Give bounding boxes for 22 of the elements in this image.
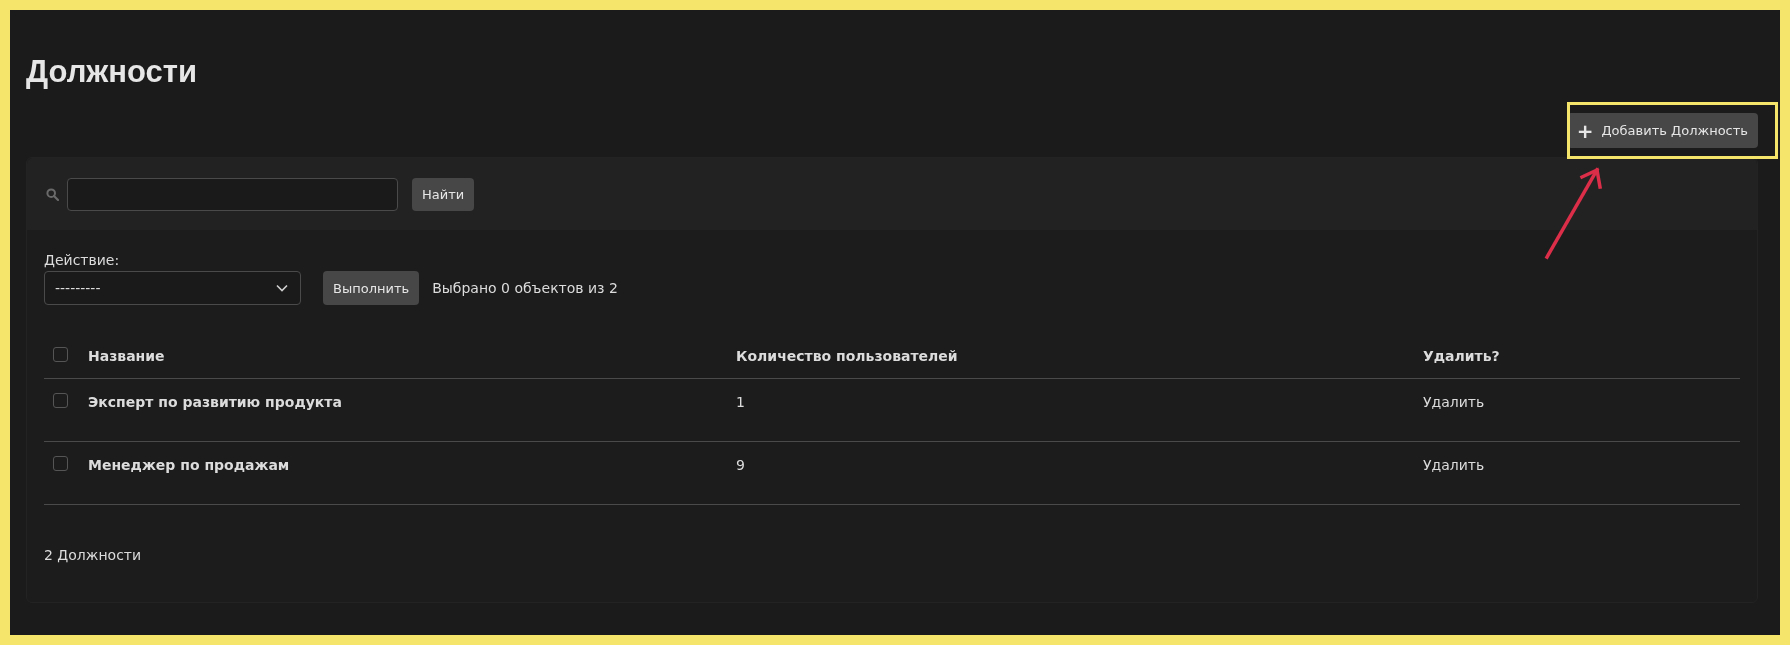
table-cell-text: 9	[736, 456, 746, 474]
action-select[interactable]: ---------	[44, 271, 301, 305]
column-header: Название	[88, 347, 166, 365]
page-title: Должности	[26, 53, 199, 87]
run-button[interactable]: Выполнить	[323, 271, 420, 305]
search-field[interactable]	[67, 177, 398, 211]
checkbox[interactable]	[53, 393, 68, 408]
action-label: Действие:	[44, 252, 121, 268]
search-icon	[46, 187, 59, 201]
column-header: Количество пользователей	[736, 347, 959, 365]
delete-link[interactable]: Удалить	[1423, 393, 1740, 411]
table-cell-text: 1	[736, 393, 746, 411]
position-name-link[interactable]: Эксперт по развитию продукта	[88, 393, 736, 411]
checkbox[interactable]	[53, 347, 68, 362]
chevron-down-icon	[276, 284, 288, 292]
column-header: Удалить?	[1423, 347, 1501, 365]
delete-link[interactable]: Удалить	[1423, 456, 1740, 474]
record-count: 2 Должности	[44, 547, 143, 563]
checkbox[interactable]	[53, 456, 68, 471]
selection-counter: Выбрано 0 объектов из 2	[432, 279, 618, 298]
search-button[interactable]: Найти	[412, 177, 475, 211]
position-name-link[interactable]: Менеджер по продажам	[88, 456, 736, 474]
